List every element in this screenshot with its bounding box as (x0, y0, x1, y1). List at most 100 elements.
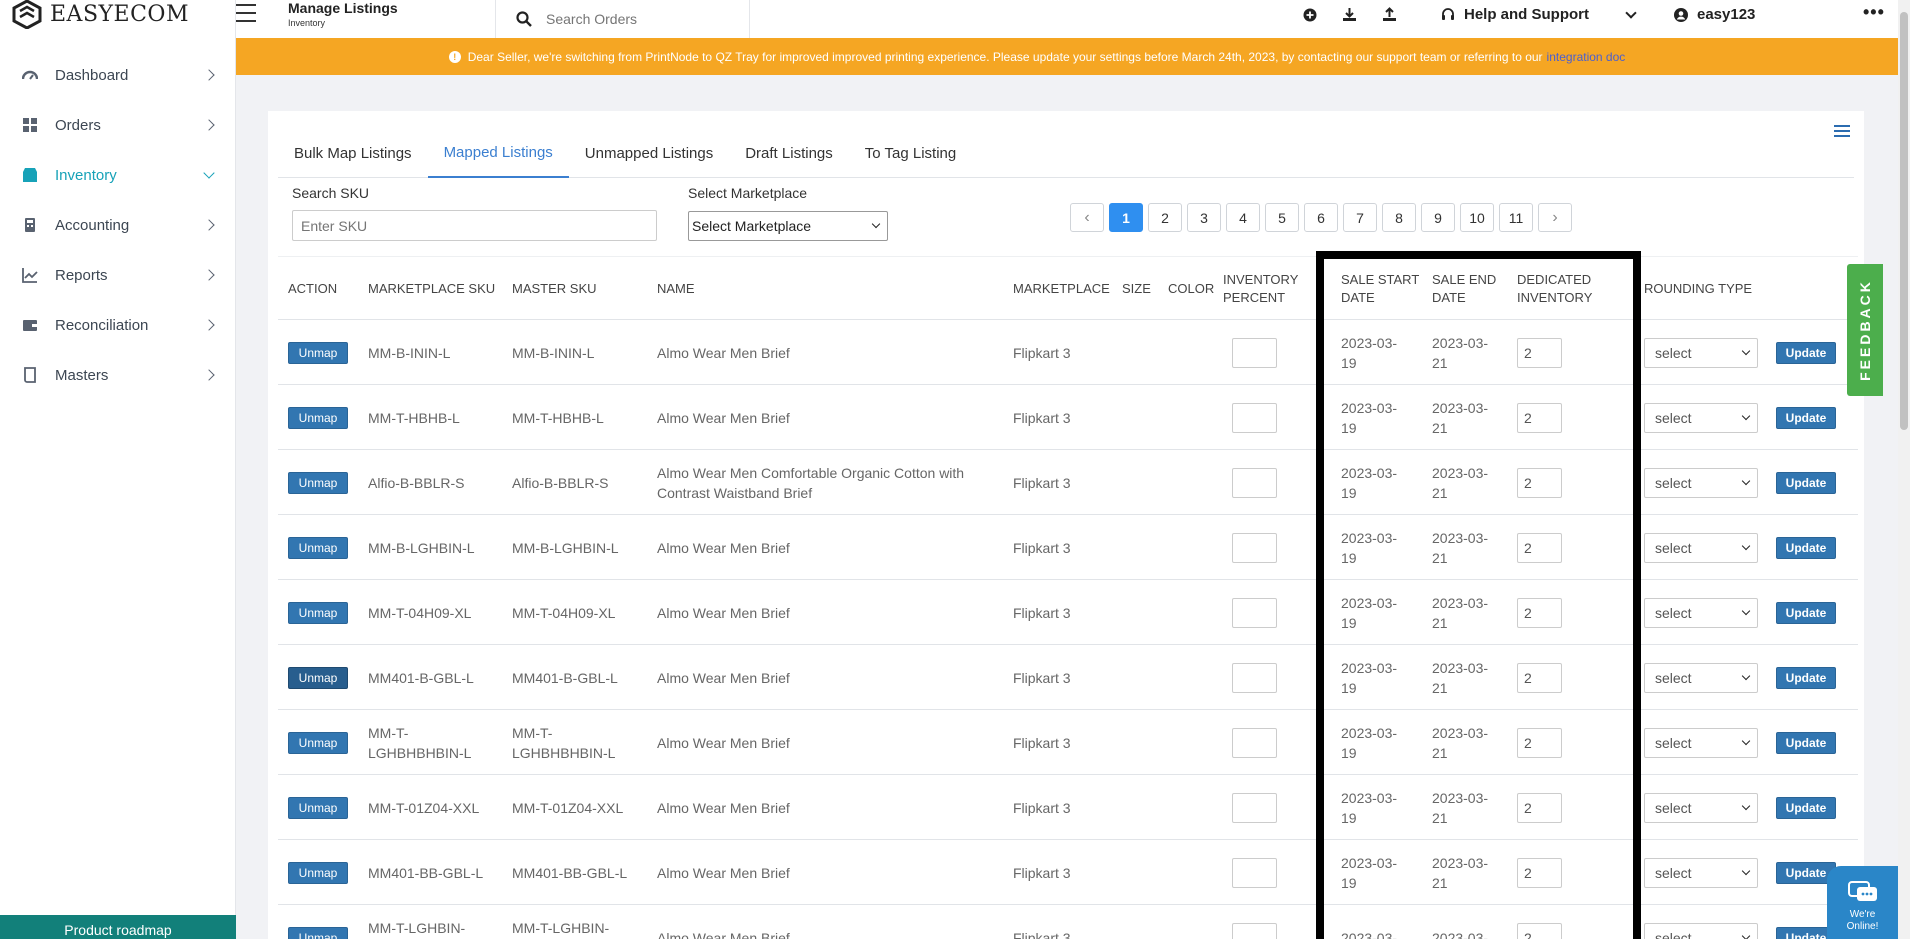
unmap-button[interactable]: Unmap (288, 926, 348, 939)
update-button[interactable]: Update (1776, 601, 1836, 624)
inventory-percent-input[interactable] (1232, 597, 1277, 628)
page-button-11[interactable]: 11 (1499, 203, 1533, 232)
tab-mapped-listings[interactable]: Mapped Listings (427, 129, 569, 178)
help-support-menu[interactable]: Help and Support (1440, 6, 1637, 23)
unmap-button[interactable]: Unmap (288, 536, 348, 559)
menu-toggle-icon[interactable] (236, 4, 256, 22)
inventory-percent-input[interactable] (1232, 792, 1277, 823)
dedicated-inventory-input[interactable]: 2 (1517, 337, 1562, 368)
inventory-percent-input[interactable] (1232, 402, 1277, 433)
sidebar-item-reconciliation[interactable]: Reconciliation (0, 300, 235, 350)
rounding-type-select[interactable]: select (1644, 792, 1758, 823)
scrollbar-thumb[interactable] (1900, 12, 1908, 430)
tab-to-tag-listing[interactable]: To Tag Listing (849, 129, 972, 178)
dedicated-inventory-input[interactable]: 2 (1517, 662, 1562, 693)
unmap-button[interactable]: Unmap (288, 341, 348, 364)
marketplace-cell: Flipkart 3 (1013, 344, 1071, 361)
page-button-6[interactable]: 6 (1304, 203, 1338, 232)
inventory-percent-input[interactable] (1232, 532, 1277, 563)
unmap-button[interactable]: Unmap (288, 406, 348, 429)
rounding-type-select[interactable]: select (1644, 597, 1758, 628)
sidebar-item-inventory[interactable]: Inventory (0, 150, 235, 200)
sidebar-item-orders[interactable]: Orders (0, 100, 235, 150)
rounding-type-select[interactable]: select (1644, 857, 1758, 888)
inventory-percent-input[interactable] (1232, 727, 1277, 758)
page-next-button[interactable]: › (1538, 203, 1572, 232)
inventory-percent-input[interactable] (1232, 857, 1277, 888)
upload-icon[interactable] (1382, 7, 1397, 22)
rounding-type-select[interactable]: select (1644, 402, 1758, 433)
dedicated-inventory-input[interactable]: 2 (1517, 857, 1562, 888)
chat-label: We're Online! (1846, 909, 1879, 932)
rounding-type-select[interactable]: select (1644, 337, 1758, 368)
rounding-type-select[interactable]: select (1644, 922, 1758, 939)
page-scrollbar[interactable] (1898, 0, 1910, 939)
sidebar-item-dashboard[interactable]: Dashboard (0, 50, 235, 100)
master-sku-cell: MM-T-LGHBHBHBIN-L (512, 724, 616, 761)
unmap-button[interactable]: Unmap (288, 666, 348, 689)
column-menu-icon[interactable] (1834, 125, 1850, 137)
user-avatar-icon (1674, 7, 1688, 22)
logo[interactable]: EASYECOM (0, 0, 235, 29)
sale-start-date-cell: 2023-03- (1341, 929, 1398, 939)
feedback-tab[interactable]: FEEDBACK (1847, 264, 1883, 396)
rounding-type-select[interactable]: select (1644, 532, 1758, 563)
dedicated-inventory-input[interactable]: 2 (1517, 402, 1562, 433)
rounding-type-select[interactable]: select (1644, 467, 1758, 498)
dedicated-inventory-input[interactable]: 2 (1517, 922, 1562, 939)
page-button-7[interactable]: 7 (1343, 203, 1377, 232)
headset-icon (1442, 7, 1454, 20)
col-marketplace-sku: MARKETPLACE SKU (368, 281, 496, 296)
inventory-percent-input[interactable] (1232, 662, 1277, 693)
user-menu[interactable]: easy123 (1674, 6, 1755, 23)
page-prev-button[interactable]: ‹ (1070, 203, 1104, 232)
sidebar-item-masters[interactable]: Masters (0, 350, 235, 400)
page-button-1[interactable]: 1 (1109, 203, 1143, 232)
tab-unmapped-listings[interactable]: Unmapped Listings (569, 129, 729, 178)
page-button-8[interactable]: 8 (1382, 203, 1416, 232)
update-button[interactable]: Update (1776, 666, 1836, 689)
update-button[interactable]: Update (1776, 471, 1836, 494)
marketplace-select[interactable]: Select Marketplace (688, 211, 888, 241)
sidebar-item-reports[interactable]: Reports (0, 250, 235, 300)
integration-doc-link[interactable]: integration doc (1547, 50, 1626, 64)
chevron-down-icon (1741, 346, 1751, 355)
page-button-4[interactable]: 4 (1226, 203, 1260, 232)
product-roadmap-button[interactable]: Product roadmap (0, 915, 236, 939)
dedicated-inventory-input[interactable]: 2 (1517, 597, 1562, 628)
inventory-percent-input[interactable] (1232, 337, 1277, 368)
unmap-button[interactable]: Unmap (288, 796, 348, 819)
unmap-button[interactable]: Unmap (288, 731, 348, 754)
rounding-type-select[interactable]: select (1644, 727, 1758, 758)
tab-draft-listings[interactable]: Draft Listings (729, 129, 849, 178)
search-orders-input[interactable] (546, 11, 726, 27)
update-button[interactable]: Update (1776, 731, 1836, 754)
unmap-button[interactable]: Unmap (288, 471, 348, 494)
unmap-button[interactable]: Unmap (288, 601, 348, 624)
page-button-10[interactable]: 10 (1460, 203, 1494, 232)
update-button[interactable]: Update (1776, 406, 1836, 429)
more-options-icon[interactable]: ••• (1863, 2, 1885, 23)
page-button-9[interactable]: 9 (1421, 203, 1455, 232)
rounding-type-select[interactable]: select (1644, 662, 1758, 693)
download-icon[interactable] (1342, 7, 1357, 22)
page-button-2[interactable]: 2 (1148, 203, 1182, 232)
unmap-button[interactable]: Unmap (288, 861, 348, 884)
tab-bulk-map-listings[interactable]: Bulk Map Listings (278, 129, 428, 178)
name-cell: Almo Wear Men Brief (657, 604, 790, 621)
update-button[interactable]: Update (1776, 536, 1836, 559)
inventory-percent-input[interactable] (1232, 467, 1277, 498)
live-chat-widget[interactable]: We're Online! (1827, 866, 1898, 939)
sidebar-item-accounting[interactable]: Accounting (0, 200, 235, 250)
dedicated-inventory-input[interactable]: 2 (1517, 792, 1562, 823)
add-circle-icon[interactable] (1302, 7, 1317, 22)
sku-search-input[interactable] (292, 210, 657, 241)
update-button[interactable]: Update (1776, 796, 1836, 819)
update-button[interactable]: Update (1776, 341, 1836, 364)
inventory-percent-input[interactable] (1232, 922, 1277, 939)
dedicated-inventory-input[interactable]: 2 (1517, 532, 1562, 563)
page-button-5[interactable]: 5 (1265, 203, 1299, 232)
dedicated-inventory-input[interactable]: 2 (1517, 727, 1562, 758)
page-button-3[interactable]: 3 (1187, 203, 1221, 232)
dedicated-inventory-input[interactable]: 2 (1517, 467, 1562, 498)
